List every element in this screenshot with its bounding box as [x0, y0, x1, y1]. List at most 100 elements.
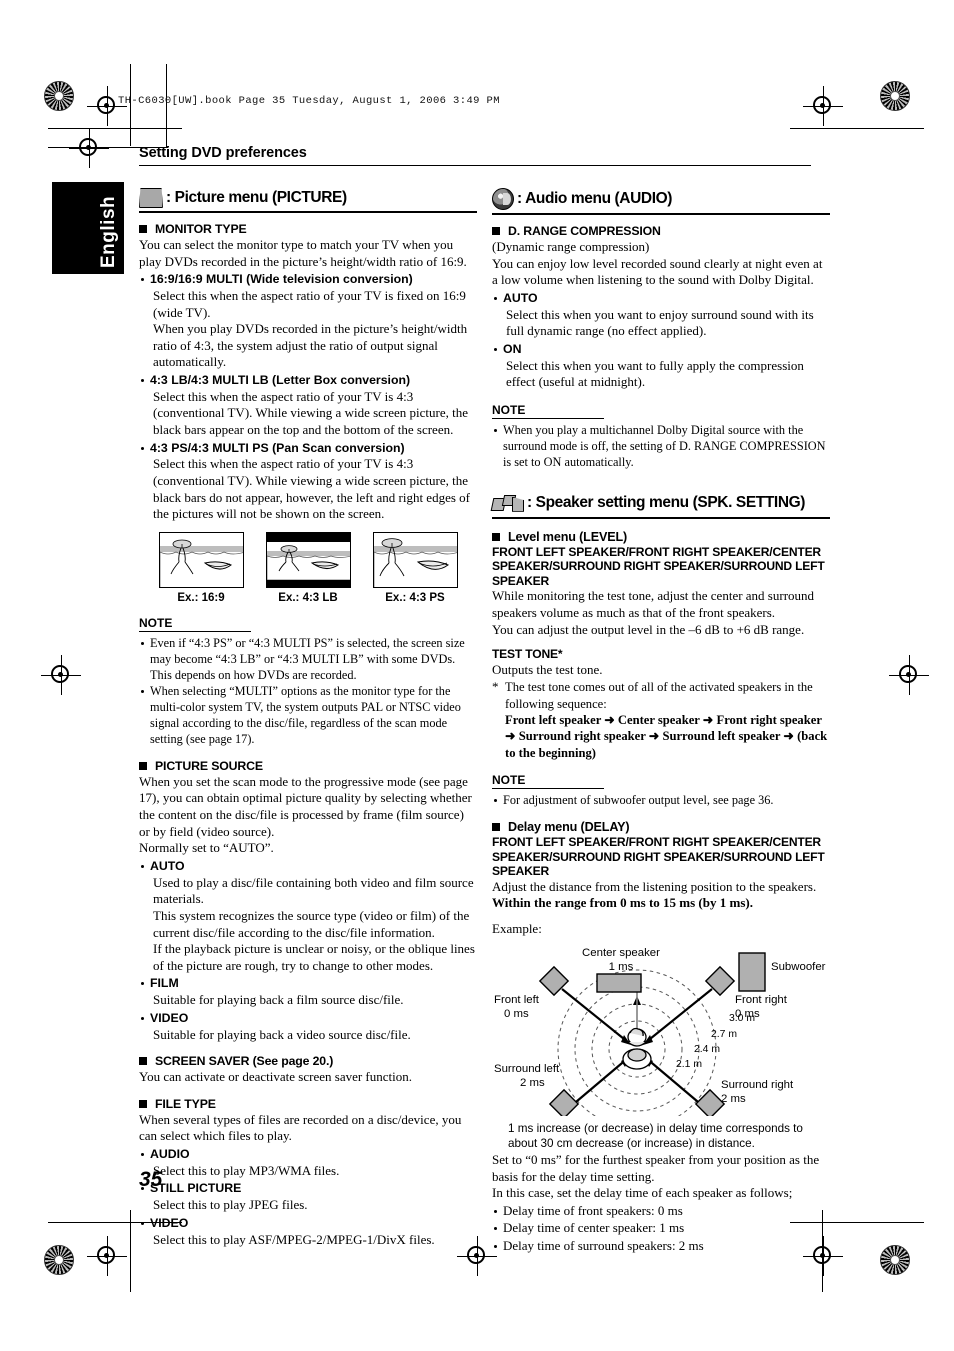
surround-right-speaker-shape	[694, 1089, 726, 1117]
monitor-type-intro: You can select the monitor type to match…	[139, 237, 467, 269]
delay-value: 1 ms	[608, 960, 634, 973]
picture-source-intro2: Normally set to “AUTO”.	[139, 840, 274, 856]
bullet-square-icon	[139, 225, 147, 233]
picture-source-heading: PICTURE SOURCE	[139, 759, 477, 773]
left-column: : Picture menu (PICTURE) MONITOR TYPE Yo…	[139, 188, 477, 1248]
label-text: Front right	[735, 994, 787, 1007]
level-menu-note: NOTE For adjustment of subwoofer output …	[492, 771, 830, 809]
file-type-heading: FILE TYPE	[139, 1097, 477, 1111]
distance-ring-label-4: 3.0 m	[729, 1013, 755, 1025]
test-tone-heading: TEST TONE*	[492, 647, 563, 662]
option-desc2: This system recognizes the source type (…	[153, 907, 470, 940]
test-tone-sequence: Front left speaker ➜ Center speaker ➜ Fr…	[505, 713, 828, 760]
delay-time-list: Delay time of front speakers: 0 ms Delay…	[492, 1203, 830, 1255]
list-item: Even if “4:3 PS” or “4:3 MULTI PS” is se…	[139, 636, 477, 684]
option-desc: Suitable for playing back a film source …	[153, 992, 404, 1008]
print-star-target-topleft	[44, 81, 74, 111]
list-item: Delay time of front speakers: 0 ms	[492, 1203, 830, 1220]
label-text: Front left	[494, 994, 539, 1007]
bullet-square-icon	[139, 1057, 147, 1066]
list-item: VIDEO Suitable for playing back a video …	[139, 1010, 477, 1043]
d-range-heading-label: D. RANGE COMPRESSION	[508, 224, 661, 238]
monitor-type-heading-label: MONITOR TYPE	[155, 222, 247, 236]
option-label: 4:3 LB/4:3 MULTI LB (Letter Box conversi…	[150, 373, 411, 388]
example-caption: Ex.: 16:9	[177, 591, 225, 604]
delay-after2: In this case, set the delay time of each…	[492, 1185, 793, 1201]
label-text: Center speaker	[582, 947, 660, 960]
front-left-label: Front left 0 ms	[494, 994, 539, 1021]
diagram-note: 1 ms increase (or decrease) in delay tim…	[508, 1122, 803, 1151]
list-item: 16:9/16:9 MULTI (Wide television convers…	[139, 271, 477, 371]
example-16-9: Ex.: 16:9	[158, 531, 244, 604]
note-heading: NOTE	[492, 403, 604, 419]
example-image	[265, 531, 351, 588]
delay-menu-intro: Adjust the distance from the listening p…	[492, 878, 817, 894]
center-speaker-label: Center speaker 1 ms	[576, 947, 666, 974]
option-label: AUDIO	[150, 1147, 190, 1162]
option-desc: Select this when the aspect ratio of you…	[153, 287, 466, 320]
option-label: 16:9/16:9 MULTI (Wide television convers…	[150, 272, 413, 287]
aspect-ratio-examples: Ex.: 16:9 Ex.: 4:3 LB Ex.: 4:3 PS	[139, 531, 477, 604]
d-range-intro: You can enjoy low level recorded sound c…	[492, 255, 823, 288]
option-label: VIDEO	[150, 1215, 189, 1230]
option-desc: Select this to play ASF/MPEG-2/MPEG-1/Di…	[153, 1231, 435, 1247]
print-star-target-topright	[880, 81, 910, 111]
list-item: AUDIO Select this to play MP3/WMA files.	[139, 1146, 477, 1179]
surround-left-label: Surround left 2 ms	[494, 1063, 559, 1090]
test-tone-desc: Outputs the test tone.	[492, 661, 603, 677]
label-text: Surround right	[721, 1079, 794, 1092]
footnote-marker: *	[492, 679, 499, 695]
list-item: When selecting “MULTI” options as the mo…	[139, 684, 477, 748]
crop-mark-top-right-h	[790, 128, 924, 130]
monitor-type-heading: MONITOR TYPE	[139, 222, 477, 236]
file-stamp: TH-C6030[UW].book Page 35 Tuesday, Augus…	[118, 95, 500, 107]
delay-menu-channels: FRONT LEFT SPEAKER/FRONT RIGHT SPEAKER/C…	[492, 835, 825, 879]
option-desc3: If the playback picture is unclear or no…	[153, 941, 475, 973]
example-4-3-ps: Ex.: 4:3 PS	[372, 531, 458, 604]
bullet-square-icon	[139, 761, 147, 770]
option-label: FILM	[150, 976, 179, 991]
bullet-square-icon	[492, 227, 500, 235]
surround-right-label: Surround right 2 ms	[721, 1079, 793, 1106]
example-image	[372, 531, 458, 588]
speaker-disc-icon	[492, 188, 514, 210]
distance-ring-label-2: 2.4 m	[694, 1044, 720, 1056]
option-label: 4:3 PS/4:3 MULTI PS (Pan Scan conversion…	[150, 440, 405, 455]
delay-value: 2 ms	[721, 1092, 746, 1105]
registration-mark-topright	[803, 86, 843, 126]
picture-menu-title: : Picture menu (PICTURE)	[166, 189, 347, 206]
speaker-menu-title: : Speaker setting menu (SPK. SETTING)	[527, 494, 806, 512]
speaker-menu-heading: : Speaker setting menu (SPK. SETTING)	[490, 493, 830, 519]
option-desc: Select this to play JPEG files.	[153, 1197, 308, 1213]
footnote-text: The test tone comes out of all of the ac…	[505, 680, 813, 711]
option-label: STILL PICTURE	[150, 1181, 242, 1196]
distance-ring-label-3: 2.7 m	[711, 1029, 737, 1041]
option-desc: Select this when you want to enjoy surro…	[506, 306, 814, 339]
audio-menu-heading: : Audio menu (AUDIO)	[492, 188, 830, 215]
registration-mark-bottomleft	[87, 1236, 127, 1276]
delay-menu-range: Within the range from 0 ms to 15 ms (by …	[492, 895, 753, 911]
note-list: Even if “4:3 PS” or “4:3 MULTI PS” is se…	[139, 636, 477, 748]
crop-mark-bottom-v1	[130, 1210, 132, 1292]
list-item: 4:3 LB/4:3 MULTI LB (Letter Box conversi…	[139, 372, 477, 439]
delay-menu-heading-label: Delay menu (DELAY)	[508, 820, 630, 835]
label-text: Surround left	[494, 1063, 560, 1076]
picture-source-intro: When you set the scan mode to the progre…	[139, 773, 472, 839]
delay-value: 0 ms	[504, 1007, 529, 1020]
list-item: ON Select this when you want to fully ap…	[492, 341, 830, 391]
list-item: AUTO Used to play a disc/file containing…	[139, 858, 477, 974]
option-desc: Select this when the aspect ratio of you…	[153, 456, 470, 522]
speakers-icon	[490, 493, 524, 514]
option-label: AUTO	[150, 858, 185, 873]
bullet-square-icon	[492, 532, 500, 541]
d-range-options: AUTO Select this when you want to enjoy …	[492, 290, 830, 391]
d-range-subtitle: (Dynamic range compression)	[492, 239, 650, 254]
example-4-3-lb: Ex.: 4:3 LB	[265, 531, 351, 604]
picture-menu-heading: : Picture menu (PICTURE)	[139, 188, 477, 213]
delay-menu-heading: Delay menu (DELAY)	[492, 820, 830, 834]
list-item: 4:3 PS/4:3 MULTI PS (Pan Scan conversion…	[139, 440, 477, 523]
d-range-heading: D. RANGE COMPRESSION	[492, 224, 830, 238]
screen-saver-intro: You can activate or deactivate screen sa…	[139, 1069, 413, 1085]
registration-mark-midleft	[41, 655, 81, 695]
picture-source-heading-label: PICTURE SOURCE	[155, 758, 263, 773]
